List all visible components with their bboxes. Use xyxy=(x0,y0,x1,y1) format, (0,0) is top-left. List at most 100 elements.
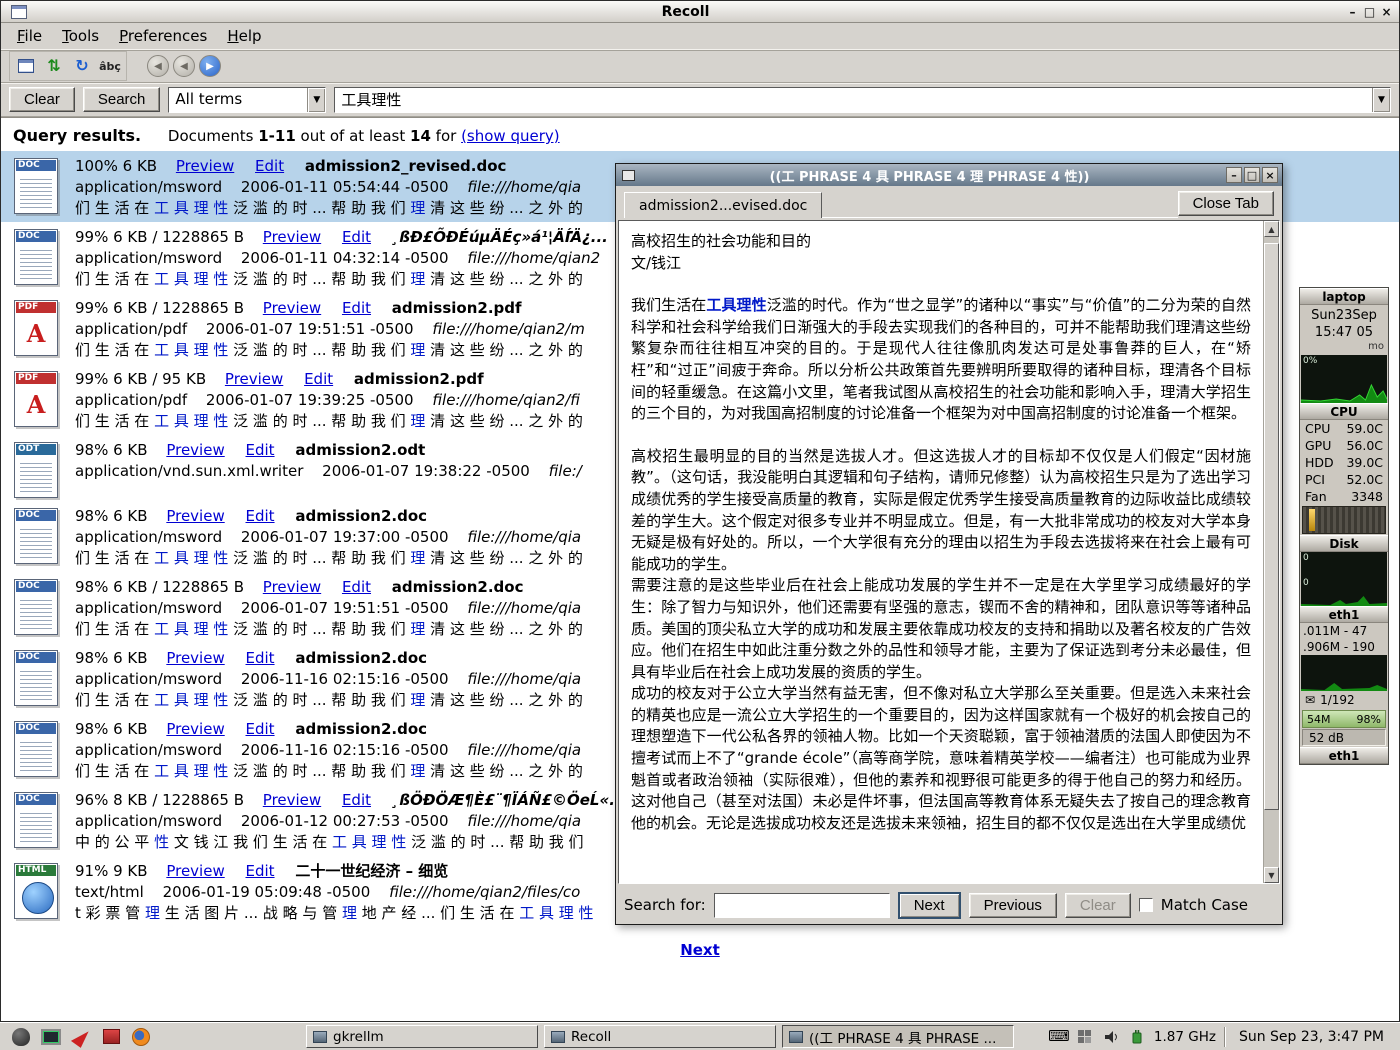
menu-item-preferences[interactable]: Preferences xyxy=(109,24,217,48)
preview-link[interactable]: Preview xyxy=(166,649,224,667)
result-url: file:///home/qia xyxy=(467,670,581,688)
maximize-button[interactable]: □ xyxy=(1361,3,1378,20)
scrollbar-thumb[interactable] xyxy=(1264,243,1279,810)
result-title: admission2_revised.doc xyxy=(305,157,507,175)
clear-button[interactable]: Clear xyxy=(9,87,75,112)
preview-link[interactable]: Preview xyxy=(166,507,224,525)
result-url: file:///home/qian2 xyxy=(467,249,600,267)
edit-link[interactable]: Edit xyxy=(246,507,275,525)
result-date: 2006-11-16 02:15:16 -0500 xyxy=(241,670,449,688)
result-mime: application/msword xyxy=(75,670,222,688)
result-mime: application/msword xyxy=(75,528,222,546)
close-button[interactable]: × xyxy=(1378,3,1395,20)
edit-link[interactable]: Edit xyxy=(246,720,275,738)
edit-link[interactable]: Edit xyxy=(342,791,371,809)
menu-item-tools[interactable]: Tools xyxy=(52,24,109,48)
taskbar-clock: Sun Sep 23, 3:47 PM xyxy=(1233,1029,1390,1045)
next-results-link[interactable]: Next xyxy=(680,941,720,959)
preview-link[interactable]: Preview xyxy=(166,862,224,880)
find-label: Search for: xyxy=(624,896,706,914)
preview-link[interactable]: Preview xyxy=(166,720,224,738)
preview-link[interactable]: Preview xyxy=(263,578,321,596)
scroll-down-icon[interactable]: ▼ xyxy=(1264,867,1279,883)
search-mode-select[interactable]: All terms ▼ xyxy=(168,87,326,113)
taskbar-window-button[interactable]: Recoll xyxy=(544,1025,776,1048)
window-menu-icon[interactable] xyxy=(11,5,27,19)
speaker-icon[interactable] xyxy=(1102,1028,1120,1046)
edit-link[interactable]: Edit xyxy=(342,578,371,596)
preview-find-bar: Search for: Next Previous Clear Match Ca… xyxy=(616,886,1282,924)
window-titlebar[interactable]: Recoll – □ × xyxy=(1,1,1399,23)
preview-link[interactable]: Preview xyxy=(225,370,283,388)
menu-item-file[interactable]: File xyxy=(7,24,52,48)
search-button[interactable]: Search xyxy=(83,87,161,112)
table-view-button[interactable] xyxy=(13,53,39,79)
preview-link[interactable]: Preview xyxy=(263,791,321,809)
find-input[interactable] xyxy=(714,893,890,918)
menu-item-help[interactable]: Help xyxy=(217,24,271,48)
edit-link[interactable]: Edit xyxy=(342,299,371,317)
show-query-link[interactable]: (show query) xyxy=(461,127,560,145)
chevron-down-icon[interactable]: ▼ xyxy=(307,88,325,112)
preview-link[interactable]: Preview xyxy=(263,228,321,246)
close-tab-button[interactable]: Close Tab xyxy=(1178,191,1274,216)
edit-link[interactable]: Edit xyxy=(246,649,275,667)
result-date: 2006-01-07 19:51:51 -0500 xyxy=(241,599,449,617)
query-combobox[interactable]: ▼ xyxy=(334,87,1391,113)
keyboard-icon[interactable]: ⌨ xyxy=(1050,1028,1068,1046)
preview-close-button[interactable]: × xyxy=(1262,167,1278,183)
edit-link[interactable]: Edit xyxy=(246,862,275,880)
result-url: file:///home/qia xyxy=(467,741,581,759)
reload-icon: ↻ xyxy=(75,58,88,74)
sort-button[interactable]: ⇅ xyxy=(41,53,67,79)
text-run: 泛滥的时代。作为“世之显学”的诸种以“事实”与“价值”的二分为荣的自然科学和社会… xyxy=(631,296,1251,422)
workspace-grid-icon[interactable] xyxy=(1076,1028,1094,1046)
next-page-button[interactable]: ▶ xyxy=(199,55,221,77)
preview-content-frame: 高校招生的社会功能和目的文/钱江我们生活在工具理性泛滥的时代。作为“世之显学”的… xyxy=(618,220,1280,884)
chevron-down-icon[interactable]: ▼ xyxy=(1372,88,1390,112)
package-launcher-icon[interactable] xyxy=(100,1026,122,1048)
preview-paragraph: 高校招生的社会功能和目的 xyxy=(631,231,1251,253)
preview-minimize-button[interactable]: – xyxy=(1226,167,1242,183)
first-page-button[interactable]: ◀ xyxy=(147,55,169,77)
preview-link[interactable]: Preview xyxy=(176,157,234,175)
result-mime: application/pdf xyxy=(75,391,187,409)
result-mime: application/msword xyxy=(75,812,222,830)
query-input[interactable] xyxy=(335,88,1372,112)
edit-link[interactable]: Edit xyxy=(246,441,275,459)
update-index-button[interactable]: ↻ xyxy=(69,53,95,79)
match-case-checkbox[interactable] xyxy=(1139,898,1153,912)
preview-titlebar[interactable]: ((工 PHRASE 4 具 PHRASE 4 理 PHRASE 4 性)) –… xyxy=(616,164,1282,186)
preview-scrollbar[interactable]: ▲ ▼ xyxy=(1263,221,1279,883)
preview-link[interactable]: Preview xyxy=(263,299,321,317)
term-explorer-button[interactable]: âbç xyxy=(97,53,123,79)
find-clear-button[interactable]: Clear xyxy=(1065,893,1131,918)
snippet-segment: 清 这 些 纷 ... 之 外 的 xyxy=(425,412,582,430)
terminal-launcher-icon[interactable] xyxy=(40,1026,62,1048)
highlighted-term: 理 xyxy=(410,341,425,359)
minimize-button[interactable]: – xyxy=(1344,3,1361,20)
find-previous-button[interactable]: Previous xyxy=(969,893,1057,918)
preview-tab[interactable]: admission2...evised.doc xyxy=(624,192,822,218)
quill-launcher-icon[interactable] xyxy=(70,1026,92,1048)
scroll-up-icon[interactable]: ▲ xyxy=(1264,221,1279,237)
previous-page-button[interactable]: ◀ xyxy=(173,55,195,77)
highlighted-term: 理 xyxy=(410,412,425,430)
sensor-value: 52.0C xyxy=(1346,471,1383,488)
preview-maximize-button[interactable]: □ xyxy=(1244,167,1260,183)
edit-link[interactable]: Edit xyxy=(342,228,371,246)
gnome-menu-launcher-icon[interactable] xyxy=(10,1026,32,1048)
firefox-launcher-icon[interactable] xyxy=(130,1026,152,1048)
power-plug-icon[interactable] xyxy=(1128,1028,1146,1046)
edit-link[interactable]: Edit xyxy=(255,157,284,175)
result-url: file:///home/qian2/files/co xyxy=(389,883,580,901)
krell-meter xyxy=(1302,506,1386,534)
find-next-button[interactable]: Next xyxy=(898,892,961,919)
gkrellm-clock: Sun23Sep 15:47 05 xyxy=(1300,305,1388,341)
taskbar-window-button[interactable]: gkrellm xyxy=(306,1025,538,1048)
preview-tab-bar: admission2...evised.doc Close Tab xyxy=(616,186,1282,218)
result-title: admission2.pdf xyxy=(392,299,522,317)
edit-link[interactable]: Edit xyxy=(304,370,333,388)
preview-link[interactable]: Preview xyxy=(166,441,224,459)
taskbar-window-button[interactable]: ((工 PHRASE 4 具 PHRASE ... xyxy=(782,1025,1014,1048)
